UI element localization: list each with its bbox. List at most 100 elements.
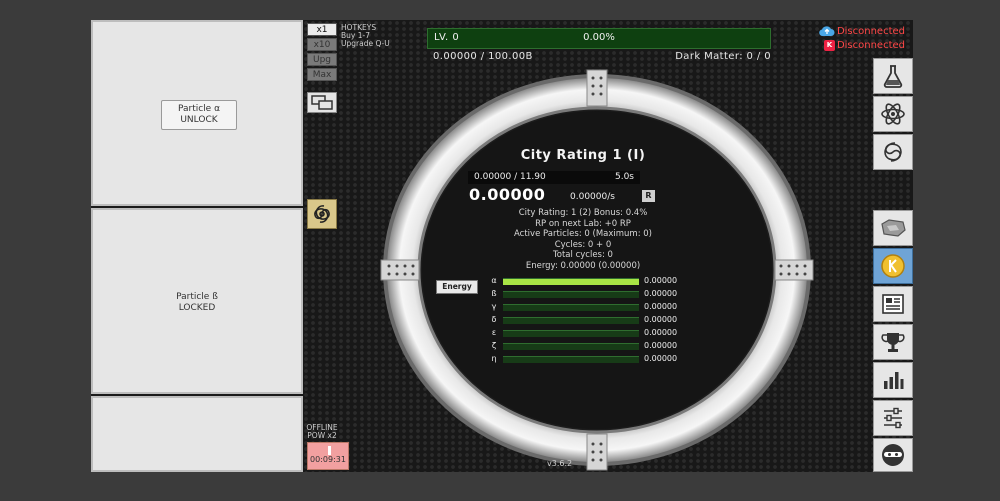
cycle-progress-bar: 0.00000 / 11.90 5.0s [468,171,640,184]
settings-sliders-icon [884,407,902,429]
resources-menu-button[interactable] [873,210,913,246]
rp-rate: 0.00000/s [570,192,615,202]
statistics-menu-button[interactable] [873,362,913,398]
energy-row-alpha: α 0.00000 [487,276,677,286]
energy-bar [503,343,639,350]
ring-connector-top [586,69,608,107]
cycle-time-text: 5.0s [614,172,634,182]
energy-row-beta: ß 0.00000 [487,289,677,299]
hotkeys-upgrade: Upgrade Q-U [341,39,390,48]
buy-max-button[interactable]: Max [307,68,337,81]
unlock-particle-alpha-button[interactable]: Particle α UNLOCK [161,100,237,130]
ring-connector-left [380,259,420,281]
energy-row-epsilon: ε 0.00000 [487,328,677,338]
galaxy-icon [884,142,902,162]
cloud-status-text: Disconnected [836,25,905,37]
particles-menu-button[interactable] [873,96,913,132]
energy-row-zeta: ζ 0.00000 [487,341,677,351]
energy-bar [503,278,639,285]
stat-line: RP on next Lab: +0 RP [535,218,631,229]
stat-line: Active Particles: 0 (Maximum: 0) [514,229,652,239]
particle-beta-name: Particle ß [176,292,218,302]
particle-panel-empty [91,396,303,472]
energy-greek: ζ [491,341,497,350]
k-coin-icon [881,254,905,278]
energy-value: 0.00000 [644,315,678,324]
buy-upg-button[interactable]: Upg [307,53,337,66]
particle-alpha-action: UNLOCK [180,115,218,125]
level-progress-text: 0.00000 / 100.00B [433,51,533,62]
offline-fill-marker [328,446,331,455]
energy-value: 0.00000 [644,289,678,298]
newspaper-icon [882,294,904,314]
galaxy-menu-button[interactable] [873,134,913,170]
cycle-progress-text: 0.00000 / 11.90 [474,172,546,182]
energy-bar [503,304,639,311]
level-percent: 0.00% [583,32,615,43]
game-area: x1 x10 Upg Max HOTKEYS Buy 1-7 Upgrade Q… [303,20,913,472]
energy-greek: η [491,354,497,363]
cloud-upload-icon [819,26,835,37]
energy-row-eta: η 0.00000 [487,354,677,364]
atom-icon [881,103,905,125]
energy-bar [503,356,639,363]
settings-menu-button[interactable] [873,400,913,436]
flask-icon [883,65,903,88]
window-toggle-icon [311,95,333,110]
hotkeys-info: HOTKEYS Buy 1-7 Upgrade Q-U [341,24,390,48]
energy-bar [503,317,639,324]
particle-beta-status: LOCKED [178,303,216,313]
ring-connector-right [774,259,814,281]
achievements-menu-button[interactable] [873,324,913,360]
energy-value: 0.00000 [644,276,678,285]
energy-value: 0.00000 [644,341,678,350]
buy-x10-button[interactable]: x10 [307,38,337,51]
k-coin-menu-button[interactable] [873,248,913,284]
buy-x1-button[interactable]: x1 [307,23,337,36]
k-logo-icon: K [823,40,835,51]
energy-button[interactable]: Energy [436,280,478,294]
energy-bar [503,330,639,337]
rp-value: 0.00000 [469,185,546,204]
ninja-icon [882,444,904,466]
game-window: Particle α UNLOCK Particle ß LOCKED x1 x… [91,20,913,472]
stat-line: City Rating: 1 (2) Bonus: 0.4% [518,208,648,218]
energy-value: 0.00000 [644,302,678,311]
ring-connector-bottom [586,433,608,471]
city-stats: City Rating: 1 (2) Bonus: 0.4% RP on nex… [436,208,730,271]
news-menu-button[interactable] [873,286,913,322]
k-status[interactable]: K Disconnected [823,40,905,51]
energy-greek: ß [491,289,497,298]
lab-menu-button[interactable] [873,58,913,94]
energy-row-delta: δ 0.00000 [487,315,677,325]
level-progress-bar: LV. 0 0.00% [427,28,771,49]
offline-boost-button[interactable]: 00:09:31 [307,442,349,470]
stats-icon [884,372,904,389]
version-label: v3.6.2 [547,459,573,468]
resource-icon [881,219,906,237]
spiral-icon [314,205,330,223]
offline-timer: 00:09:31 [310,455,346,464]
energy-greek: ε [491,328,497,337]
trophy-icon [881,333,905,352]
energy-value: 0.00000 [644,354,678,363]
layout-toggle-button[interactable] [307,92,337,113]
galaxy-button[interactable] [307,199,337,229]
k-status-text: Disconnected [836,40,905,51]
particle-alpha-panel: Particle α UNLOCK [91,20,303,206]
stat-line: Cycles: 0 + 0 [554,239,612,250]
stat-line: Total cycles: 0 [553,250,613,260]
dark-matter-text: Dark Matter: 0 / 0 [675,51,771,62]
energy-value: 0.00000 [644,328,678,337]
offline-label: OFFLINE POW x2 [303,424,341,440]
cloud-status[interactable]: Disconnected [819,25,905,37]
profile-menu-button[interactable] [873,438,913,472]
reset-r-button[interactable]: R [642,190,655,202]
city-rating-title: City Rating 1 (I) [520,148,646,163]
energy-greek: α [491,276,497,285]
energy-row-gamma: γ 0.00000 [487,302,677,312]
stat-line: Energy: 0.00000 (0.00000) [525,260,641,271]
energy-greek: γ [491,302,497,311]
energy-greek: δ [491,315,497,324]
particle-alpha-name: Particle α [177,104,221,114]
